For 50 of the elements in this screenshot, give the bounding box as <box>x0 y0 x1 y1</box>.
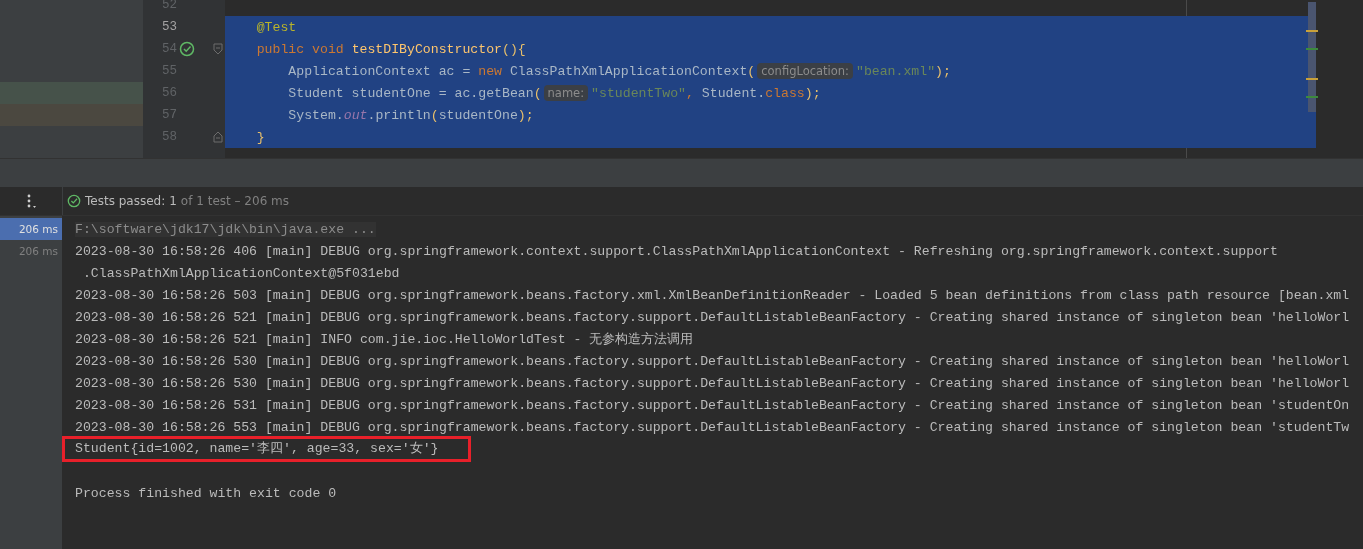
code-token: ClassPathXmlApplicationContext <box>509 63 748 79</box>
fold-icon[interactable] <box>213 43 223 55</box>
console-line: 2023-08-30 16:58:26 521 [main] INFO com.jie.ioc.HelloWorldTest - 无参构造方法调用 <box>75 331 694 348</box>
code-token: ); <box>804 85 821 101</box>
code-token: out <box>343 107 368 123</box>
highlighted-output: Student{id=1002, name='李四', age=33, sex='女'} <box>65 439 469 459</box>
code-token: testDIByConstructor <box>351 41 502 57</box>
line-number: 53 <box>161 20 177 34</box>
console-line: Process finished with exit code 0 <box>75 485 337 501</box>
console-command: F:\software\jdk17\jdk\bin\java.exe ... <box>75 221 376 237</box>
code-token: studentOne <box>438 107 518 123</box>
code-token: ApplicationContext ac = <box>287 63 472 79</box>
code-token: ( <box>747 63 756 79</box>
code-token: ); <box>517 107 534 123</box>
test-detail: of 1 test – 206 ms <box>180 194 290 208</box>
code-token: public void <box>255 41 345 57</box>
code-token: class <box>765 85 805 101</box>
code-token: new <box>478 63 503 79</box>
code-token: ( <box>533 85 542 101</box>
parameter-hint: configLocation: <box>757 63 853 79</box>
code-token: System. <box>287 107 344 123</box>
test-passed-icon[interactable] <box>179 41 195 57</box>
test-tree-item[interactable]: 206 ms <box>0 240 62 262</box>
code-token: ); <box>935 63 951 79</box>
code-token: , <box>686 85 695 101</box>
console-line: 2023-08-30 16:58:26 553 [main] DEBUG org.springframework.beans.factory.support.DefaultListableBeanFactory - Creating shared instance of singleton bean 'studentTw <box>75 419 1350 435</box>
console-line: 2023-08-30 16:58:26 531 [main] DEBUG org.springframework.beans.factory.support.DefaultListableBeanFactory - Creating shared instance of singleton bean 'studentOn <box>75 397 1350 413</box>
code-token: "bean.xml" <box>855 63 936 79</box>
test-status: Tests passed: <box>85 194 166 208</box>
code-token: ( <box>430 107 439 123</box>
code-token: .println <box>367 107 431 123</box>
code-token: Student. <box>701 85 766 101</box>
console-line: 2023-08-30 16:58:26 503 [main] DEBUG org.springframework.beans.factory.xml.XmlBeanDefinitionReader - Loaded 5 bean definitions from class path resource [bean.xml <box>75 287 1350 303</box>
console-line: .ClassPathXmlApplicationContext@5f031ebd <box>81 265 400 281</box>
fold-icon[interactable] <box>213 131 223 143</box>
console-line: 2023-08-30 16:58:26 521 [main] DEBUG org.springframework.beans.factory.support.DefaultListableBeanFactory - Creating shared instance of singleton bean 'helloWorl <box>75 309 1350 325</box>
code-token: "studentTwo" <box>591 85 687 101</box>
console-line: 2023-08-30 16:58:26 406 [main] DEBUG org.springframework.context.support.ClassPathXmlApplicationContext - Refreshing org.springframework.context.support <box>75 243 1278 259</box>
test-passed-icon <box>67 194 81 208</box>
console-line: 2023-08-30 16:58:26 530 [main] DEBUG org.springframework.beans.factory.support.DefaultListableBeanFactory - Creating shared instance of singleton bean 'helloWorl <box>75 375 1350 391</box>
code-token: Student studentOne = ac.getBean <box>287 85 534 101</box>
scrollbar[interactable] <box>1308 2 1316 112</box>
code-token: (){ <box>502 41 526 57</box>
code-token: @Test <box>255 19 297 35</box>
code-token: } <box>255 129 265 145</box>
test-count: 1 <box>169 194 177 208</box>
test-tree-item[interactable]: 206 ms <box>0 218 62 240</box>
options-icon[interactable] <box>25 193 37 209</box>
parameter-hint: name: <box>543 85 589 101</box>
console-line: 2023-08-30 16:58:26 530 [main] DEBUG org.springframework.beans.factory.support.DefaultListableBeanFactory - Creating shared instance of singleton bean 'helloWorl <box>75 353 1350 369</box>
